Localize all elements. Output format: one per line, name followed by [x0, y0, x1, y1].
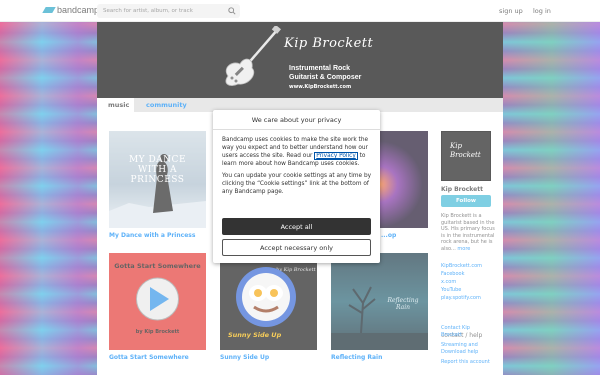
- cookie-consent-dialog: We care about your privacy Bandcamp uses…: [213, 110, 380, 263]
- privacy-policy-link[interactable]: Privacy Policy: [314, 152, 358, 160]
- cookie-paragraph-1: Bandcamp uses cookies to make the site w…: [222, 136, 372, 168]
- accept-all-button[interactable]: Accept all: [222, 218, 371, 235]
- cookie-dialog-title: We care about your privacy: [213, 110, 380, 130]
- cookie-dialog-body: Bandcamp uses cookies to make the site w…: [213, 130, 380, 196]
- cookie-paragraph-2: You can update your cookie settings at a…: [222, 173, 372, 195]
- accept-necessary-button[interactable]: Accept necessary only: [222, 239, 371, 256]
